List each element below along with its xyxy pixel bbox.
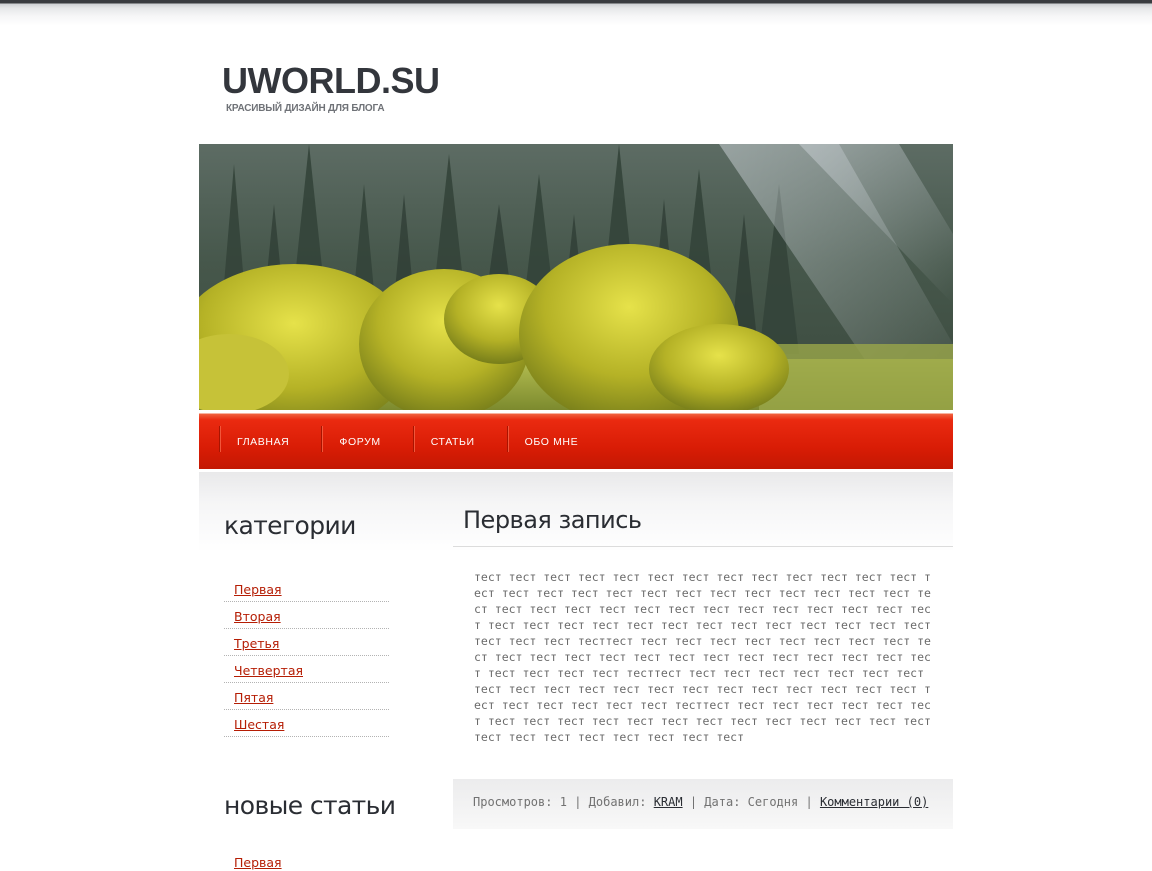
nav-item-home[interactable]: ГЛАВНАЯ bbox=[219, 414, 321, 469]
category-item: Вторая bbox=[224, 603, 389, 629]
category-link-1[interactable]: Первая bbox=[234, 582, 282, 597]
nav-separator bbox=[506, 426, 508, 452]
sidebar-new-articles: новые статьи bbox=[224, 790, 424, 822]
category-link-6[interactable]: Шестая bbox=[234, 717, 284, 732]
nav-item-label[interactable]: ОБО МНЕ bbox=[507, 436, 611, 448]
site-header: UWORLD.SU КРАСИВЫЙ ДИЗАЙН ДЛЯ БЛОГА bbox=[222, 60, 440, 114]
nav-item-label[interactable]: СТАТЬИ bbox=[413, 436, 507, 448]
new-articles-list: Первая bbox=[234, 852, 282, 871]
nav-separator bbox=[321, 426, 323, 452]
nav-item-about[interactable]: ОБО МНЕ bbox=[506, 414, 611, 469]
category-item: Третья bbox=[224, 630, 389, 656]
category-link-4[interactable]: Четвертая bbox=[234, 663, 303, 678]
nav-item-articles[interactable]: СТАТЬИ bbox=[412, 414, 507, 469]
category-item: Пятая bbox=[224, 684, 389, 710]
site-title[interactable]: UWORLD.SU bbox=[222, 60, 440, 102]
sidebar-categories: категории Первая Вторая Третья Четвертая… bbox=[224, 510, 389, 737]
date-label: Дата: bbox=[704, 795, 741, 809]
main-nav: ГЛАВНАЯ ФОРУМ СТАТЬИ ОБО МНЕ bbox=[199, 413, 953, 469]
views-count: 1 bbox=[559, 795, 567, 809]
category-link-3[interactable]: Третья bbox=[234, 636, 279, 651]
post: Первая запись тест тест тест тест тест т… bbox=[453, 500, 953, 745]
author-link[interactable]: KRAM bbox=[654, 795, 683, 809]
category-link-2[interactable]: Вторая bbox=[234, 609, 281, 624]
top-bar bbox=[0, 0, 1152, 26]
post-body: тест тест тест тест тест тест тест тест … bbox=[474, 570, 931, 744]
new-article-link[interactable]: Первая bbox=[234, 855, 282, 870]
site-tagline: КРАСИВЫЙ ДИЗАЙН ДЛЯ БЛОГА bbox=[226, 103, 385, 114]
nav-item-label[interactable]: ФОРУМ bbox=[321, 436, 412, 448]
meta-separator: | bbox=[689, 795, 698, 809]
added-label: Добавил: bbox=[588, 795, 647, 809]
meta-separator: | bbox=[574, 795, 582, 809]
new-articles-heading: новые статьи bbox=[224, 791, 396, 820]
new-article-item: Первая bbox=[234, 852, 282, 871]
category-link-5[interactable]: Пятая bbox=[234, 690, 273, 705]
comments-link[interactable]: Комментарии (0) bbox=[820, 795, 928, 809]
nav-separator bbox=[219, 426, 220, 452]
nav-item-label[interactable]: ГЛАВНАЯ bbox=[219, 436, 321, 448]
nav-separator bbox=[412, 426, 414, 452]
category-item: Шестая bbox=[224, 711, 389, 737]
categories-heading: категории bbox=[224, 511, 356, 540]
post-title[interactable]: Первая запись bbox=[453, 500, 953, 547]
post-date: Сегодня bbox=[747, 795, 799, 809]
category-list: Первая Вторая Третья Четвертая Пятая Шес… bbox=[224, 576, 389, 737]
header-image bbox=[199, 144, 953, 410]
category-item: Первая bbox=[224, 576, 389, 602]
views-label: Просмотров: bbox=[473, 795, 553, 809]
nav-item-forum[interactable]: ФОРУМ bbox=[321, 414, 412, 469]
meta-separator: | bbox=[805, 795, 813, 809]
post-meta: Просмотров: 1 | Добавил: KRAM | Дата: Се… bbox=[453, 779, 953, 829]
category-item: Четвертая bbox=[224, 657, 389, 683]
